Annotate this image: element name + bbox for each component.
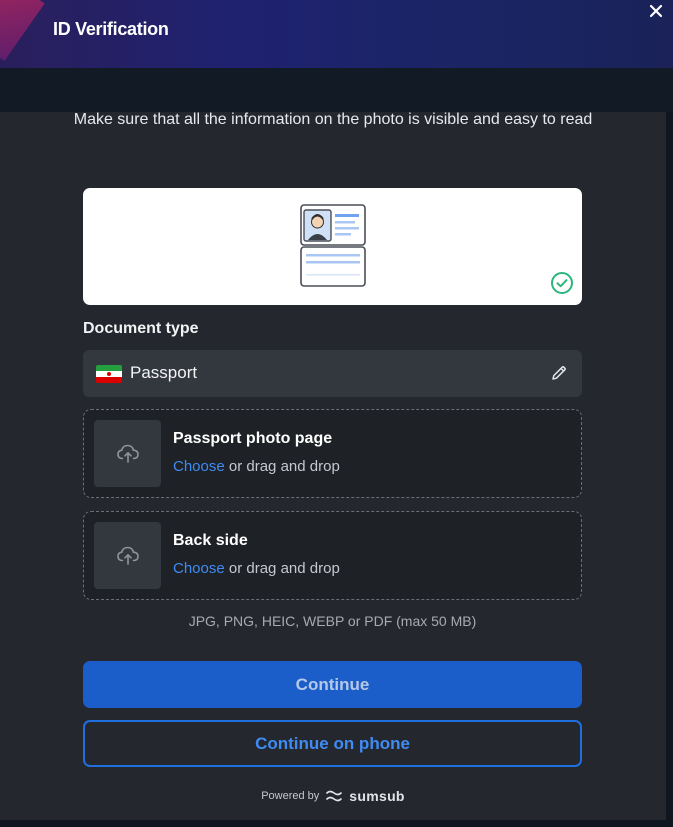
upload-front-hint: Choose or drag and drop <box>173 458 340 475</box>
close-icon[interactable] <box>645 0 667 22</box>
powered-by-footer: Powered by sumsub <box>0 788 666 804</box>
sub-header-bar <box>0 68 673 112</box>
upload-cloud-icon <box>117 546 139 565</box>
continue-on-phone-button[interactable]: Continue on phone <box>83 720 582 767</box>
document-type-value: Passport <box>130 363 198 382</box>
document-type-select[interactable]: Passport <box>83 350 582 397</box>
continue-button[interactable]: Continue <box>83 661 582 708</box>
upload-thumbnail <box>94 522 161 589</box>
choose-file-link[interactable]: Choose <box>173 458 225 475</box>
check-circle-icon <box>551 272 573 294</box>
upload-back-dropzone[interactable]: Back side Choose or drag and drop <box>83 511 582 600</box>
powered-by-text: Powered by <box>261 790 320 802</box>
pencil-icon[interactable] <box>550 364 568 382</box>
document-type-label: Document type <box>83 320 199 337</box>
upload-front-dropzone[interactable]: Passport photo page Choose or drag and d… <box>83 409 582 498</box>
upload-thumbnail <box>94 420 161 487</box>
instruction-text: Make sure that all the information on th… <box>73 112 593 128</box>
document-illustration <box>83 188 582 305</box>
brand-name: sumsub <box>349 788 405 804</box>
header-bar: ID Verification <box>0 0 673 68</box>
verification-panel: Make sure that all the information on th… <box>0 112 666 820</box>
choose-file-link[interactable]: Choose <box>173 560 225 577</box>
upload-cloud-icon <box>117 444 139 463</box>
window-edge <box>666 112 673 827</box>
upload-back-hint: Choose or drag and drop <box>173 560 340 577</box>
sumsub-logo-icon <box>326 790 343 802</box>
drag-drop-text: or drag and drop <box>224 560 340 577</box>
upload-front-title: Passport photo page <box>173 430 333 447</box>
drag-drop-text: or drag and drop <box>224 458 340 475</box>
id-document-icon <box>300 204 366 287</box>
accepted-formats-text: JPG, PNG, HEIC, WEBP or PDF (max 50 MB) <box>188 613 477 629</box>
iran-flag-icon <box>96 365 122 383</box>
header-decoration <box>0 0 45 61</box>
window-bottom-edge <box>0 820 673 827</box>
upload-back-title: Back side <box>173 532 248 549</box>
page-title: ID Verification <box>53 19 169 39</box>
